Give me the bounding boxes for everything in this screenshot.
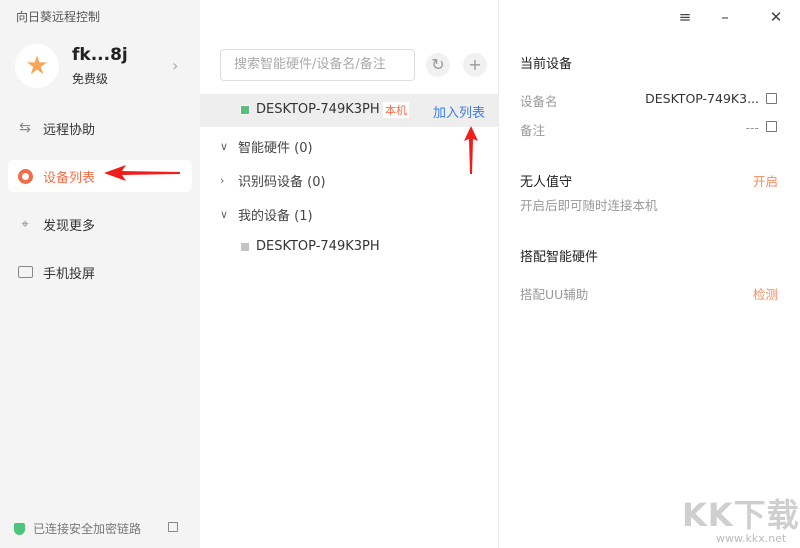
menu-icon[interactable]: ≡ <box>675 8 695 26</box>
nav-remote-assist[interactable]: ⇆ 远程协助 <box>8 112 192 144</box>
screen-cast-icon <box>16 263 34 281</box>
nav-label: 手机投屏 <box>43 266 96 282</box>
group-id-devices[interactable]: › 识别码设备 (0) <box>220 171 326 190</box>
device-name-label: 设备名 <box>520 94 558 109</box>
add-icon[interactable]: + <box>463 53 487 77</box>
nav-label: 设备列表 <box>43 170 96 186</box>
hardware-title: 搭配智能硬件 <box>520 250 599 265</box>
device-name: DESKTOP-749K3PH <box>256 102 380 117</box>
chevron-down-icon: ∨ <box>220 140 229 153</box>
note-label: 备注 <box>520 123 546 138</box>
nav-screen-cast[interactable]: 手机投屏 <box>8 256 192 288</box>
device-name-value: DESKTOP-749K3... <box>645 91 759 106</box>
chevron-down-icon: ∨ <box>220 208 229 221</box>
user-level: 免费级 <box>72 72 109 86</box>
satellite-icon: ⌖ <box>21 216 29 232</box>
unattended-title: 无人值守 <box>520 175 573 190</box>
chevron-right-icon: › <box>220 174 225 187</box>
edit-icon[interactable] <box>766 93 777 104</box>
status-text: 已连接安全加密链路 <box>33 522 142 536</box>
remote-assist-icon: ⇆ <box>19 120 31 136</box>
nav-label: 发现更多 <box>43 218 96 234</box>
search-input[interactable]: 搜索智能硬件/设备名/备注 <box>220 49 415 81</box>
star-icon: ★ <box>25 51 49 81</box>
close-icon[interactable]: ✕ <box>766 8 786 26</box>
annotation-arrow-up <box>464 126 478 174</box>
device-list-panel: 搜索智能硬件/设备名/备注 ↻ + DESKTOP-749K3PH 本机 加入列… <box>200 0 499 548</box>
watermark-logo: KK下载 <box>682 496 800 534</box>
windows-icon <box>240 242 250 252</box>
note-value: --- <box>745 120 759 135</box>
group-my-devices[interactable]: ∨ 我的设备 (1) <box>220 205 313 224</box>
unattended-enable-link[interactable]: 开启 <box>753 171 778 190</box>
group-smart-hardware[interactable]: ∨ 智能硬件 (0) <box>220 137 313 156</box>
group-label: 识别码设备 (0) <box>238 175 326 190</box>
avatar[interactable]: ★ <box>15 44 59 88</box>
current-device-row[interactable]: DESKTOP-749K3PH 本机 加入列表 <box>200 94 499 127</box>
windows-icon <box>240 105 250 115</box>
security-status: 已连接安全加密链路 <box>14 520 141 537</box>
refresh-icon[interactable]: ↻ <box>426 53 450 77</box>
unattended-desc: 开启后即可随时连接本机 <box>520 198 658 213</box>
list-item[interactable]: DESKTOP-749K3PH <box>200 231 499 263</box>
watermark-url: www.kkx.net <box>716 532 787 545</box>
section-title: 当前设备 <box>520 57 573 72</box>
shield-icon <box>14 522 25 535</box>
chevron-right-icon[interactable]: › <box>172 56 178 75</box>
nav-discover[interactable]: ⌖ 发现更多 <box>8 208 192 240</box>
group-label: 我的设备 (1) <box>238 209 313 224</box>
user-name[interactable]: fk...8j <box>72 45 128 65</box>
device-list-icon <box>16 167 34 185</box>
uu-detect-link[interactable]: 检测 <box>753 284 778 303</box>
minimize-icon[interactable]: – <box>715 8 735 26</box>
nav-label: 远程协助 <box>43 122 96 138</box>
local-badge: 本机 <box>383 102 409 118</box>
device-name: DESKTOP-749K3PH <box>256 239 380 254</box>
lock-icon[interactable] <box>168 522 178 532</box>
uu-label: 搭配UU辅助 <box>520 287 589 302</box>
edit-icon[interactable] <box>766 121 777 132</box>
add-to-list-link[interactable]: 加入列表 <box>433 102 485 121</box>
app-title: 向日葵远程控制 <box>16 10 101 24</box>
annotation-arrow-left <box>104 165 180 181</box>
group-label: 智能硬件 (0) <box>238 141 313 156</box>
sidebar: 向日葵远程控制 ★ fk...8j 免费级 › ⇆ 远程协助 设备列表 ⌖ 发现… <box>0 0 200 548</box>
device-detail-panel: ≡ – ✕ 当前设备 设备名 DESKTOP-749K3... 备注 --- 无… <box>500 0 800 548</box>
